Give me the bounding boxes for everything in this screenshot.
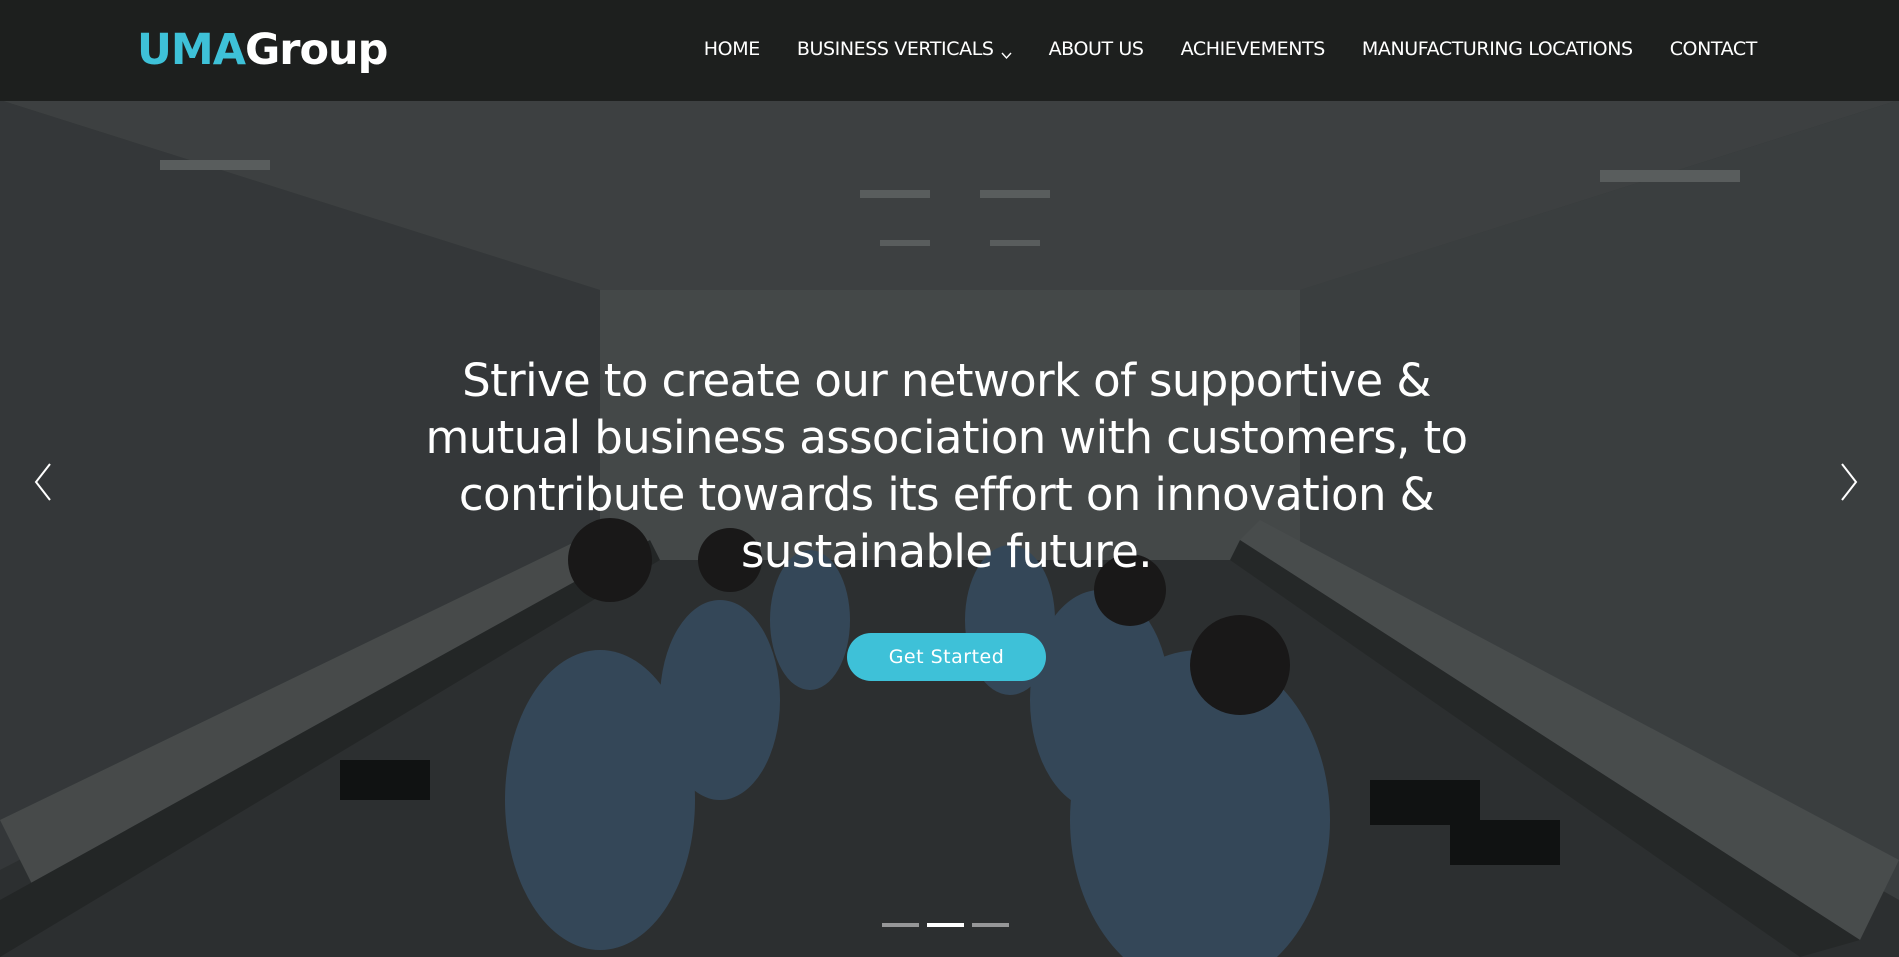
nav-business-verticals[interactable]: BUSINESS VERTICALS bbox=[797, 38, 1012, 60]
hero-headline: Strive to create our network of supporti… bbox=[425, 354, 1469, 578]
nav-manufacturing-locations[interactable]: MANUFACTURING LOCATIONS bbox=[1362, 38, 1633, 60]
carousel-indicators bbox=[882, 923, 1009, 927]
carousel-indicator-3[interactable] bbox=[972, 923, 1009, 927]
carousel-indicator-1[interactable] bbox=[882, 923, 919, 927]
logo-uma-text: UMA bbox=[137, 25, 246, 75]
nav-about-us-label: ABOUT US bbox=[1048, 38, 1144, 60]
nav-business-verticals-label: BUSINESS VERTICALS bbox=[796, 38, 994, 60]
carousel-indicator-2[interactable] bbox=[927, 923, 964, 927]
homepage: UMAGroup HOME BUSINESS VERTICALS ABOUT U… bbox=[0, 0, 1899, 957]
logo-group-text: Group bbox=[245, 25, 388, 75]
chevron-down-icon bbox=[1001, 44, 1012, 59]
carousel-next-button[interactable] bbox=[1828, 460, 1868, 504]
nav-home[interactable]: HOME bbox=[704, 38, 760, 60]
main-nav: HOME BUSINESS VERTICALS ABOUT US ACHIEVE… bbox=[667, 38, 1758, 60]
nav-achievements[interactable]: ACHIEVEMENTS bbox=[1180, 38, 1326, 60]
nav-contact-label: CONTACT bbox=[1669, 38, 1758, 60]
top-navbar: UMAGroup HOME BUSINESS VERTICALS ABOUT U… bbox=[0, 0, 1899, 101]
nav-manufacturing-locations-label: MANUFACTURING LOCATIONS bbox=[1361, 38, 1633, 60]
nav-contact[interactable]: CONTACT bbox=[1669, 38, 1758, 60]
nav-about-us[interactable]: ABOUT US bbox=[1049, 38, 1144, 60]
nav-achievements-label: ACHIEVEMENTS bbox=[1180, 38, 1326, 60]
chevron-right-icon bbox=[1841, 463, 1858, 501]
chevron-left-icon bbox=[34, 463, 51, 501]
carousel-prev-button[interactable] bbox=[24, 460, 64, 504]
nav-home-label: HOME bbox=[703, 38, 760, 60]
get-started-button[interactable]: Get Started bbox=[847, 633, 1046, 681]
uma-group-logo[interactable]: UMAGroup bbox=[137, 22, 388, 78]
